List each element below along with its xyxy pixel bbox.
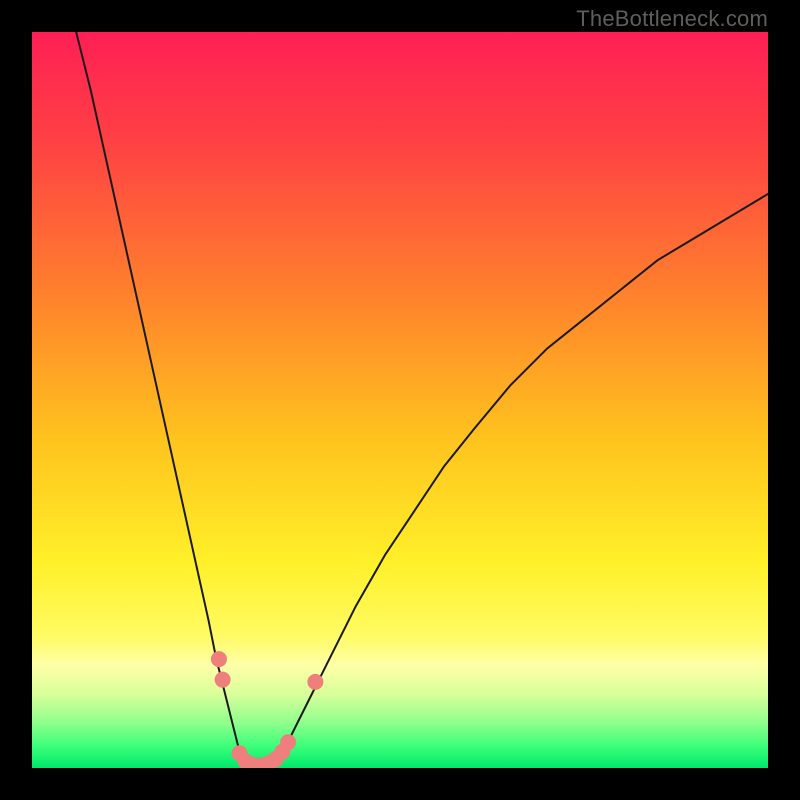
threshold-dot bbox=[211, 651, 227, 667]
curve-layer bbox=[32, 32, 768, 768]
chart-frame: TheBottleneck.com bbox=[0, 0, 800, 800]
threshold-dot bbox=[307, 674, 323, 690]
series-curve-right bbox=[279, 194, 768, 761]
threshold-dot bbox=[215, 672, 231, 688]
threshold-dot bbox=[280, 734, 296, 750]
watermark-label: TheBottleneck.com bbox=[576, 6, 768, 32]
plot-area bbox=[32, 32, 768, 768]
